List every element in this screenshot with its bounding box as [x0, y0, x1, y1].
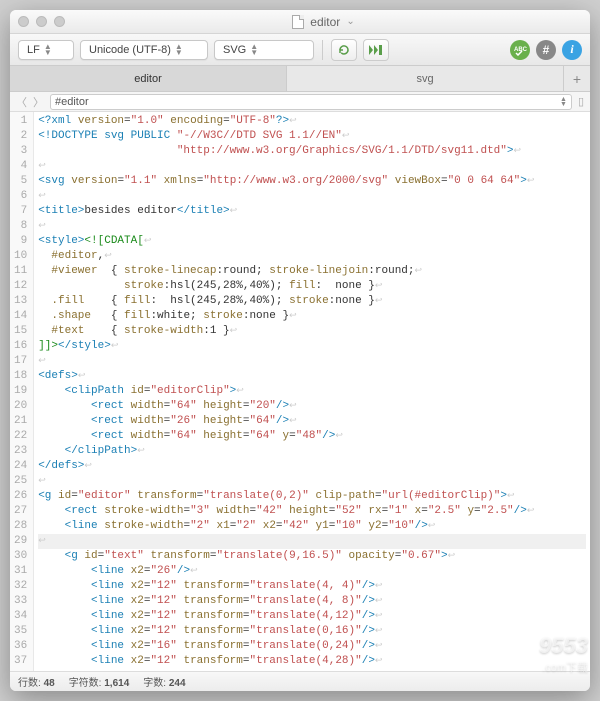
- code-line[interactable]: <!DOCTYPE svg PUBLIC "-//W3C//DTD SVG 1.…: [38, 129, 586, 144]
- run-button[interactable]: [363, 39, 389, 61]
- code-line[interactable]: .fill { fill: hsl(245,28%,40%); stroke:n…: [38, 294, 586, 309]
- code-line[interactable]: <rect width="64" height="20"/>: [38, 399, 586, 414]
- title-text: editor: [310, 15, 340, 29]
- updown-icon: ▲▼: [250, 44, 258, 56]
- code-line[interactable]: <line x2="26"/>: [38, 564, 586, 579]
- code-line[interactable]: <g id="editor" transform="translate(0,2)…: [38, 489, 586, 504]
- code-line[interactable]: stroke:hsl(245,28%,40%); fill: none }: [38, 279, 586, 294]
- code-line[interactable]: <style><![CDATA[: [38, 234, 586, 249]
- code-line[interactable]: [38, 219, 586, 234]
- line-gutter: 1234567891011121314151617181920212223242…: [10, 112, 34, 671]
- navigation-bar: 〈 〉 #editor ▲▼ ▯: [10, 92, 590, 112]
- window-title: editor ⌄: [65, 15, 582, 29]
- tab-bar: editor svg +: [10, 66, 590, 92]
- toolbar: LF ▲▼ Unicode (UTF-8) ▲▼ SVG ▲▼ ABC # i: [10, 34, 590, 66]
- separator: [322, 40, 323, 60]
- code-line[interactable]: ]]></style>: [38, 339, 586, 354]
- code-line[interactable]: <line x2="12" transform="translate(4, 4)…: [38, 579, 586, 594]
- nav-fwd-button[interactable]: 〉: [33, 94, 44, 110]
- code-line[interactable]: <title>besides editor</title>: [38, 204, 586, 219]
- status-lines: 行数: 48: [18, 674, 55, 689]
- editor-window: editor ⌄ LF ▲▼ Unicode (UTF-8) ▲▼ SVG ▲▼…: [10, 10, 590, 691]
- code-line[interactable]: [38, 474, 586, 489]
- updown-icon: ▲▼: [175, 44, 183, 56]
- code-line[interactable]: <line x2="12" transform="translate(4,28)…: [38, 654, 586, 669]
- zoom-button[interactable]: [54, 16, 65, 27]
- code-line[interactable]: </defs>: [38, 459, 586, 474]
- code-line[interactable]: <line x2="12" transform="translate(4, 8)…: [38, 594, 586, 609]
- reload-button[interactable]: [331, 39, 357, 61]
- tag-button[interactable]: #: [536, 40, 556, 60]
- code-line[interactable]: .shape { fill:white; stroke:none }: [38, 309, 586, 324]
- traffic-lights: [18, 16, 65, 27]
- check-abc-icon: ABC: [513, 44, 527, 56]
- nav-back-button[interactable]: 〈: [16, 94, 27, 110]
- reload-icon: [337, 43, 351, 57]
- chevron-down-icon[interactable]: ⌄: [346, 16, 354, 27]
- code-line[interactable]: [38, 354, 586, 369]
- code-line[interactable]: <rect width="64" height="64" y="48"/>: [38, 429, 586, 444]
- code-content[interactable]: <?xml version="1.0" encoding="UTF-8"?><!…: [34, 112, 590, 671]
- code-line[interactable]: #editor,: [38, 249, 586, 264]
- play-icon: [368, 44, 384, 56]
- code-line[interactable]: <defs>: [38, 369, 586, 384]
- updown-icon: ▲▼: [560, 97, 567, 107]
- code-line[interactable]: <clipPath id="editorClip">: [38, 384, 586, 399]
- statusbar: 行数: 48 字符数: 1,614 字数: 244: [10, 671, 590, 691]
- document-icon: [292, 15, 304, 29]
- close-button[interactable]: [18, 16, 29, 27]
- info-button[interactable]: i: [562, 40, 582, 60]
- code-line[interactable]: <?xml version="1.0" encoding="UTF-8"?>: [38, 114, 586, 129]
- code-line[interactable]: [38, 189, 586, 204]
- status-words: 字数: 244: [143, 674, 185, 689]
- code-line[interactable]: <rect stroke-width="3" width="42" height…: [38, 504, 586, 519]
- code-line[interactable]: [38, 534, 586, 549]
- code-line[interactable]: <line x2="16" transform="translate(0,24)…: [38, 639, 586, 654]
- minimize-button[interactable]: [36, 16, 47, 27]
- hash-icon: #: [543, 43, 550, 57]
- tab-editor[interactable]: editor: [10, 66, 287, 91]
- code-line[interactable]: <line x2="12" transform="translate(0,16)…: [38, 624, 586, 639]
- code-line[interactable]: #viewer { stroke-linecap:round; stroke-l…: [38, 264, 586, 279]
- syntax-select[interactable]: SVG ▲▼: [214, 40, 314, 60]
- code-line[interactable]: "http://www.w3.org/Graphics/SVG/1.1/DTD/…: [38, 144, 586, 159]
- code-line[interactable]: <line x2="12" transform="translate(4,12)…: [38, 609, 586, 624]
- symbol-navigator[interactable]: #editor ▲▼: [50, 94, 572, 110]
- encoding-select[interactable]: Unicode (UTF-8) ▲▼: [80, 40, 208, 60]
- code-line[interactable]: <line stroke-width="2" x1="2" x2="42" y1…: [38, 519, 586, 534]
- code-line[interactable]: #text { stroke-width:1 }: [38, 324, 586, 339]
- tab-svg[interactable]: svg: [287, 66, 564, 91]
- split-button[interactable]: ▯: [578, 95, 584, 108]
- code-line[interactable]: <rect width="26" height="64"/>: [38, 414, 586, 429]
- code-line[interactable]: [38, 159, 586, 174]
- line-ending-select[interactable]: LF ▲▼: [18, 40, 74, 60]
- code-editor[interactable]: 1234567891011121314151617181920212223242…: [10, 112, 590, 671]
- spellcheck-button[interactable]: ABC: [510, 40, 530, 60]
- updown-icon: ▲▼: [44, 44, 52, 56]
- code-line[interactable]: <svg version="1.1" xmlns="http://www.w3.…: [38, 174, 586, 189]
- code-line[interactable]: </clipPath>: [38, 444, 586, 459]
- info-icon: i: [570, 42, 573, 57]
- titlebar[interactable]: editor ⌄: [10, 10, 590, 34]
- status-chars: 字符数: 1,614: [69, 674, 130, 689]
- new-tab-button[interactable]: +: [564, 66, 590, 91]
- code-line[interactable]: <g id="text" transform="translate(9,16.5…: [38, 549, 586, 564]
